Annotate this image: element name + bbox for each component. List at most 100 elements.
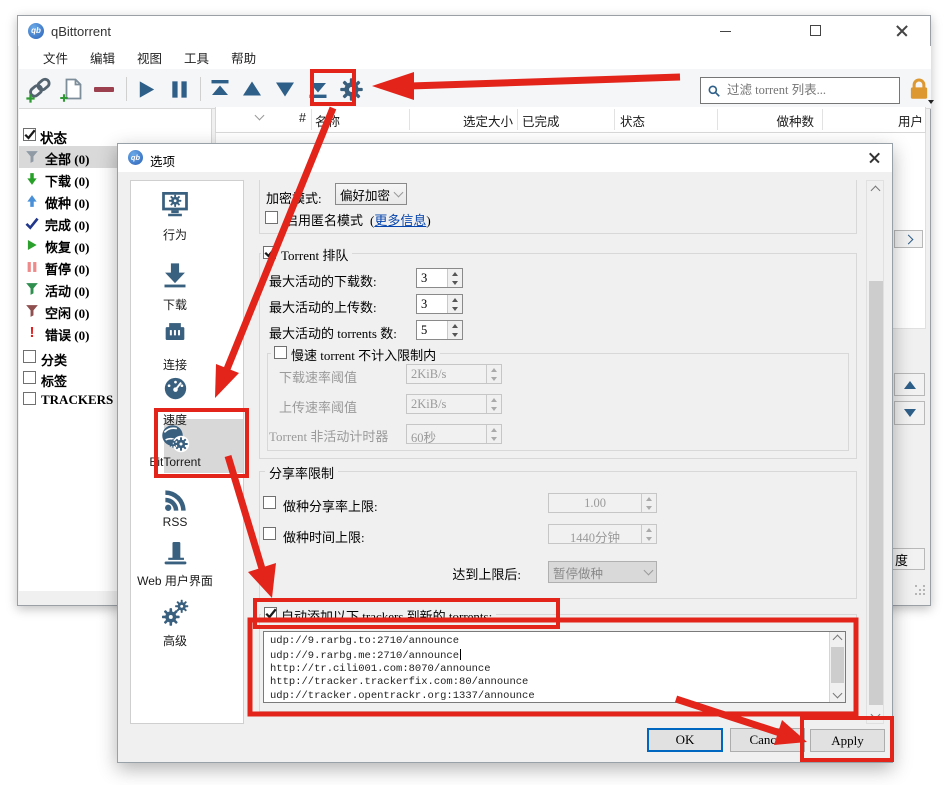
move-bottom-button[interactable]: [303, 74, 333, 104]
max-torrents-spinner[interactable]: 5: [416, 320, 463, 340]
trackers-textarea[interactable]: udp://9.rarbg.to:2710/announce udp://9.r…: [263, 631, 846, 703]
exclamation-icon: !: [25, 326, 39, 340]
max-uploads-spinner[interactable]: 3: [416, 294, 463, 314]
chevron-down-icon: [928, 100, 934, 104]
add-torrent-link-button[interactable]: [25, 74, 55, 104]
sort-chevron-icon: [255, 111, 265, 121]
download-icon: [118, 261, 232, 289]
title-bar: qb qBittorrent: [18, 16, 930, 46]
rss-icon: [118, 487, 232, 514]
trackers-checkbox[interactable]: [23, 392, 36, 405]
move-top-button[interactable]: [205, 74, 235, 104]
slow-torrents-checkbox[interactable]: [274, 346, 287, 359]
encryption-select[interactable]: 偏好加密: [335, 183, 407, 205]
limit-action-select: 暂停做种: [548, 561, 657, 583]
menu-file[interactable]: 文件: [43, 48, 68, 67]
arrow-down-icon: [25, 172, 39, 186]
dl-threshold-label: 下载速率阈值: [279, 367, 357, 386]
dialog-close-button[interactable]: [858, 147, 890, 169]
funnel-icon: [25, 304, 39, 318]
delete-button[interactable]: [89, 74, 119, 104]
lock-button[interactable]: [906, 76, 934, 105]
dialog-title-bar: qb 选项: [118, 144, 892, 172]
tracker-url-line: http://tr.cili001.com:8070/announce: [264, 663, 845, 677]
menu-tools[interactable]: 工具: [184, 48, 209, 67]
move-down-button[interactable]: [270, 74, 300, 104]
ethernet-icon: [118, 319, 232, 347]
gear-icon: [339, 77, 364, 102]
ratio-limit-label: 做种分享率上限:: [283, 496, 378, 515]
column-peers[interactable]: 用户: [824, 111, 923, 130]
minus-icon: [94, 87, 114, 92]
search-input[interactable]: [727, 83, 893, 98]
max-downloads-label: 最大活动的下载数:: [269, 271, 377, 290]
minimize-button[interactable]: [706, 17, 746, 45]
dialog-title: 选项: [150, 151, 175, 170]
torrent-table-header: # 名称 选定大小 已完成 状态 做种数 用户: [215, 107, 926, 133]
plus-icon: [25, 93, 36, 104]
maximize-icon: [810, 25, 821, 36]
qbittorrent-logo-icon: qb: [128, 150, 143, 165]
scroll-up-button[interactable]: [894, 373, 925, 396]
categories-checkbox[interactable]: [23, 350, 36, 363]
scroll-down-icon: [833, 689, 843, 699]
scrollbar-thumb[interactable]: [831, 647, 844, 683]
more-info-link[interactable]: 更多信息: [374, 213, 426, 228]
add-torrent-file-button[interactable]: [58, 74, 88, 104]
encryption-label: 加密模式:: [266, 188, 322, 207]
toolbar: [19, 69, 931, 109]
tracker-url-line: udp://9.rarbg.me:2710/announce: [264, 649, 845, 663]
max-downloads-spinner[interactable]: 3: [416, 268, 463, 288]
check-icon: [25, 216, 39, 230]
seed-time-spinner: 1440分钟: [548, 524, 657, 544]
apply-button[interactable]: Apply: [810, 729, 885, 752]
column-name[interactable]: 名称: [315, 111, 340, 130]
scroll-down-button[interactable]: [894, 401, 925, 425]
chevron-down-icon: [394, 188, 404, 198]
pause-button[interactable]: [164, 74, 194, 104]
textarea-scrollbar[interactable]: [829, 632, 845, 702]
auto-trackers-checkbox[interactable]: [264, 607, 277, 620]
move-down-icon: [273, 77, 297, 101]
anonymous-mode-label: 启用匿名模式: [285, 210, 363, 229]
status-header: 状态: [40, 127, 67, 147]
resize-grip[interactable]: [915, 585, 927, 597]
queueing-checkbox[interactable]: [263, 246, 276, 259]
column-seeds[interactable]: 做种数: [716, 111, 814, 130]
options-button[interactable]: [336, 74, 366, 104]
column-status[interactable]: 状态: [620, 111, 645, 130]
minimize-icon: [720, 31, 731, 32]
dl-threshold-spinner: 2KiB/s: [406, 364, 502, 384]
move-top-icon: [208, 77, 232, 101]
cancel-button[interactable]: Cancel: [730, 728, 805, 752]
menu-edit[interactable]: 编辑: [90, 48, 115, 67]
play-icon: [135, 78, 158, 101]
ok-button[interactable]: OK: [647, 728, 723, 752]
move-up-button[interactable]: [237, 74, 267, 104]
column-done[interactable]: 已完成: [522, 111, 560, 130]
lock-icon: [906, 76, 932, 102]
pause-icon: [168, 78, 191, 101]
seed-time-checkbox[interactable]: [263, 527, 276, 540]
maximize-button[interactable]: [796, 17, 836, 45]
triangle-down-icon: [904, 409, 916, 417]
column-size[interactable]: 选定大小: [411, 111, 513, 130]
scrollbar-thumb[interactable]: [869, 281, 883, 705]
max-torrents-label: 最大活动的 torrents 数:: [269, 323, 397, 342]
toolbar-separator: [200, 77, 201, 101]
anonymous-mode-checkbox[interactable]: [265, 211, 278, 224]
tags-checkbox[interactable]: [23, 371, 36, 384]
resume-button[interactable]: [131, 74, 161, 104]
menu-help[interactable]: 帮助: [231, 48, 256, 67]
ratio-limit-checkbox[interactable]: [263, 496, 276, 509]
max-uploads-label: 最大活动的上传数:: [269, 297, 377, 316]
dialog-scrollbar[interactable]: [866, 180, 884, 724]
menu-view[interactable]: 视图: [137, 48, 162, 67]
status-checkbox[interactable]: [23, 128, 36, 141]
close-button[interactable]: [882, 17, 922, 45]
share-ratio-title: 分享率限制: [265, 463, 338, 482]
column-number[interactable]: #: [276, 111, 306, 125]
expand-panel-button[interactable]: [894, 230, 923, 248]
inactivity-timer-spinner: 60秒: [406, 424, 502, 444]
inactivity-timer-label: Torrent 非活动计时器: [269, 426, 388, 445]
